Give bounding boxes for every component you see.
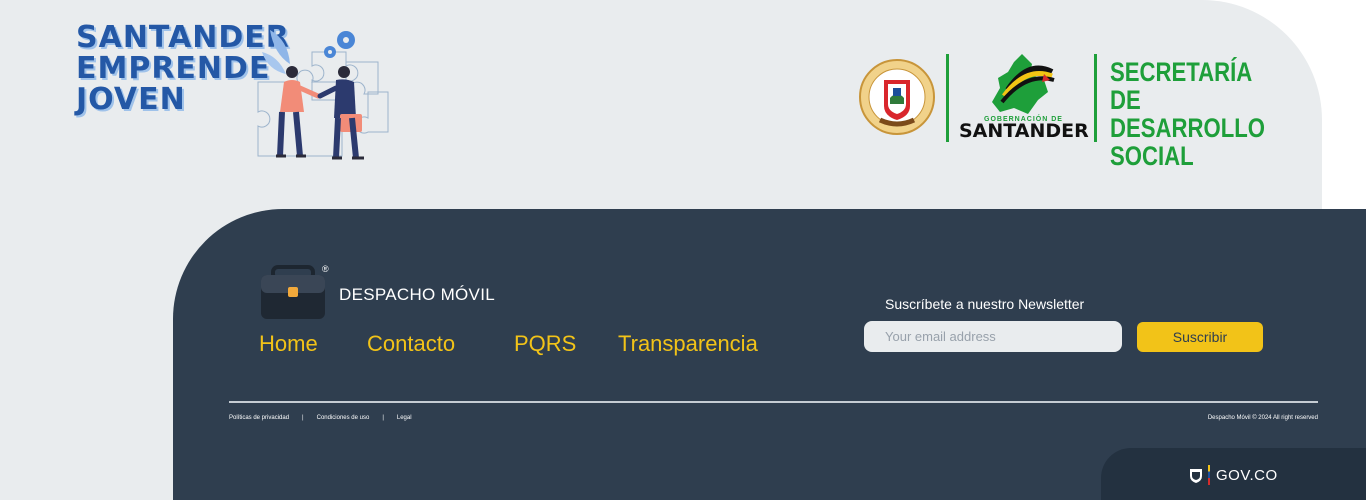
nav-transparencia[interactable]: Transparencia [618, 331, 758, 357]
government-logos: GOBERNACIÓN DE SANTANDER SECRETARÍA DE D… [856, 50, 1276, 170]
secretaria-line-2: DESARROLLO [1110, 113, 1265, 143]
colombia-shield-icon [1190, 469, 1202, 483]
footer-divider [229, 401, 1318, 403]
gov-color-divider [1208, 465, 1210, 485]
privacy-policy-link[interactable]: Políticas de privacidad [229, 415, 289, 421]
registered-mark: ® [322, 264, 329, 274]
gobernacion-santander-label: SANTANDER [959, 120, 1089, 142]
terms-of-use-link[interactable]: Condiciones de uso [317, 415, 370, 421]
nav-home[interactable]: Home [259, 331, 318, 357]
legal-separator: | [382, 415, 384, 421]
secretaria-line-3: SOCIAL [1110, 141, 1194, 171]
newsletter-title: Suscríbete a nuestro Newsletter [885, 296, 1085, 312]
gov-co-bar[interactable]: GOV.CO [1101, 448, 1366, 500]
logo-divider-2 [1094, 54, 1097, 142]
copyright-text: Despacho Móvil © 2024 All right reserved [1207, 415, 1318, 421]
gov-co-label: GOV.CO [1216, 467, 1278, 484]
legal-link[interactable]: Legal [397, 415, 412, 421]
email-input[interactable] [864, 321, 1122, 352]
legal-separator: | [302, 415, 304, 421]
secretaria-desarrollo-social: SECRETARÍA DE DESARROLLO SOCIAL [1110, 58, 1265, 170]
legal-links: Políticas de privacidad | Condiciones de… [229, 415, 412, 421]
puzzle-handshake-illustration [257, 30, 389, 160]
department-seal-icon [859, 59, 935, 135]
subscribe-button[interactable]: Suscribir [1137, 322, 1263, 352]
logo-divider-1 [946, 54, 949, 142]
despacho-movil-logo-text[interactable]: DESPACHO MÓVIL [339, 285, 495, 305]
nav-pqrs[interactable]: PQRS [514, 331, 576, 357]
santander-map-icon [992, 54, 1055, 114]
briefcase-icon[interactable] [259, 265, 327, 321]
nav-contacto[interactable]: Contacto [367, 331, 455, 357]
secretaria-line-1: SECRETARÍA DE [1110, 57, 1252, 115]
